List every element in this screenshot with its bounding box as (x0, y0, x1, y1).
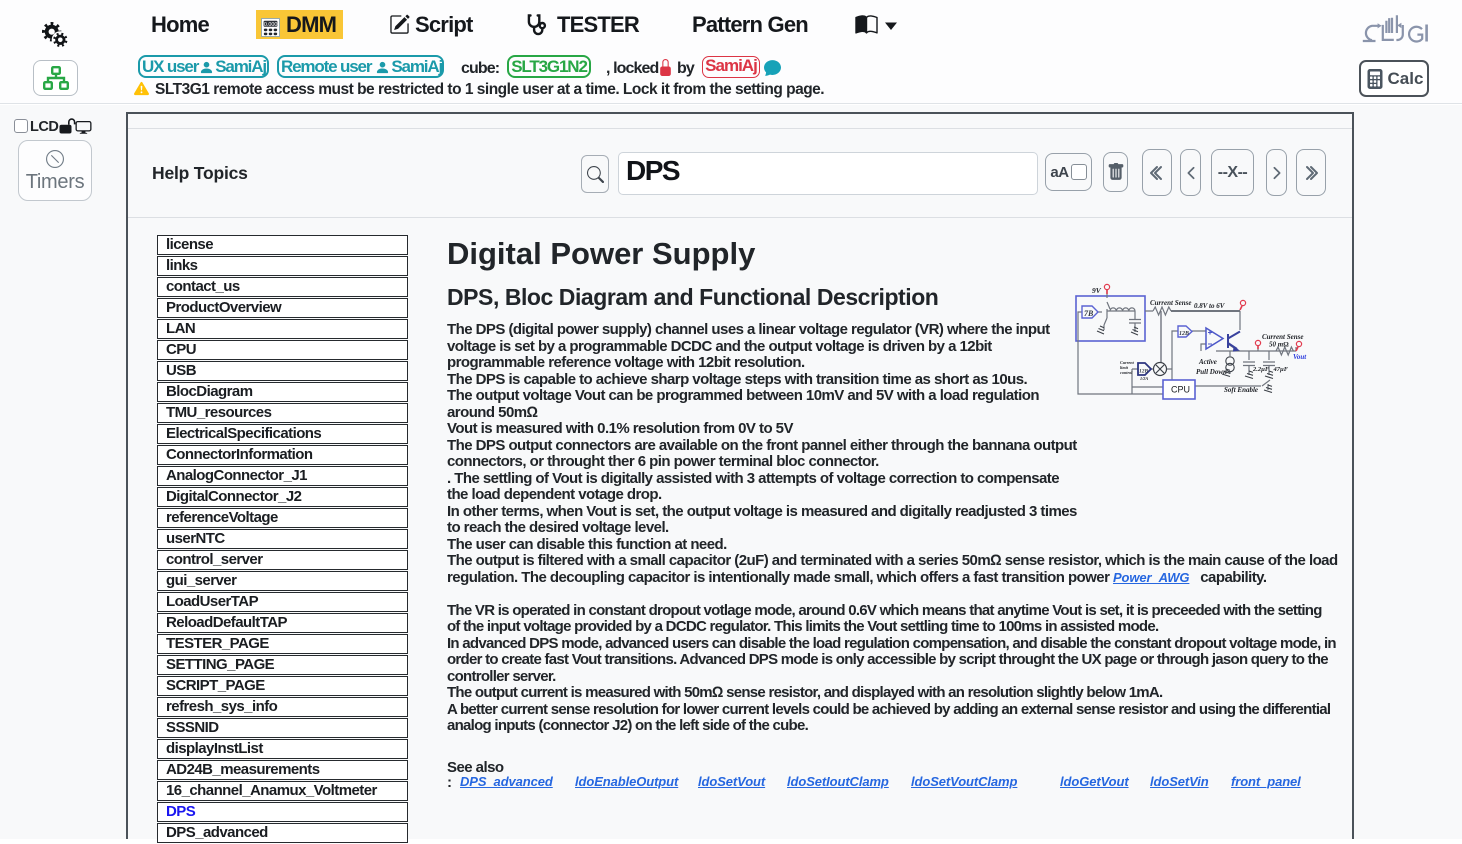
svg-text:2.2µF: 2.2µF (1252, 366, 1270, 373)
svg-text:Pull Down: Pull Down (1196, 368, 1227, 376)
svg-text:Soft Enable: Soft Enable (1224, 386, 1258, 394)
svg-text:CPU: CPU (1171, 385, 1190, 395)
svg-text:12B: 12B (1139, 369, 1149, 375)
svg-text:0.8V to 6V: 0.8V to 6V (1194, 302, 1226, 310)
svg-text:Vout: Vout (1293, 353, 1307, 361)
svg-text:50 mΩ: 50 mΩ (1269, 341, 1289, 349)
svg-text:Current Sense: Current Sense (1150, 299, 1191, 307)
svg-text:47µF: 47µF (1273, 366, 1289, 373)
svg-text:7B: 7B (1084, 309, 1094, 318)
svg-text:9V: 9V (1092, 286, 1102, 295)
svg-text:control: control (1120, 370, 1133, 375)
svg-text:1/2A: 1/2A (1140, 376, 1148, 381)
svg-text:Active: Active (1198, 358, 1217, 366)
svg-text:0.000: 0.000 (264, 21, 278, 27)
svg-text:12B: 12B (1179, 331, 1189, 337)
